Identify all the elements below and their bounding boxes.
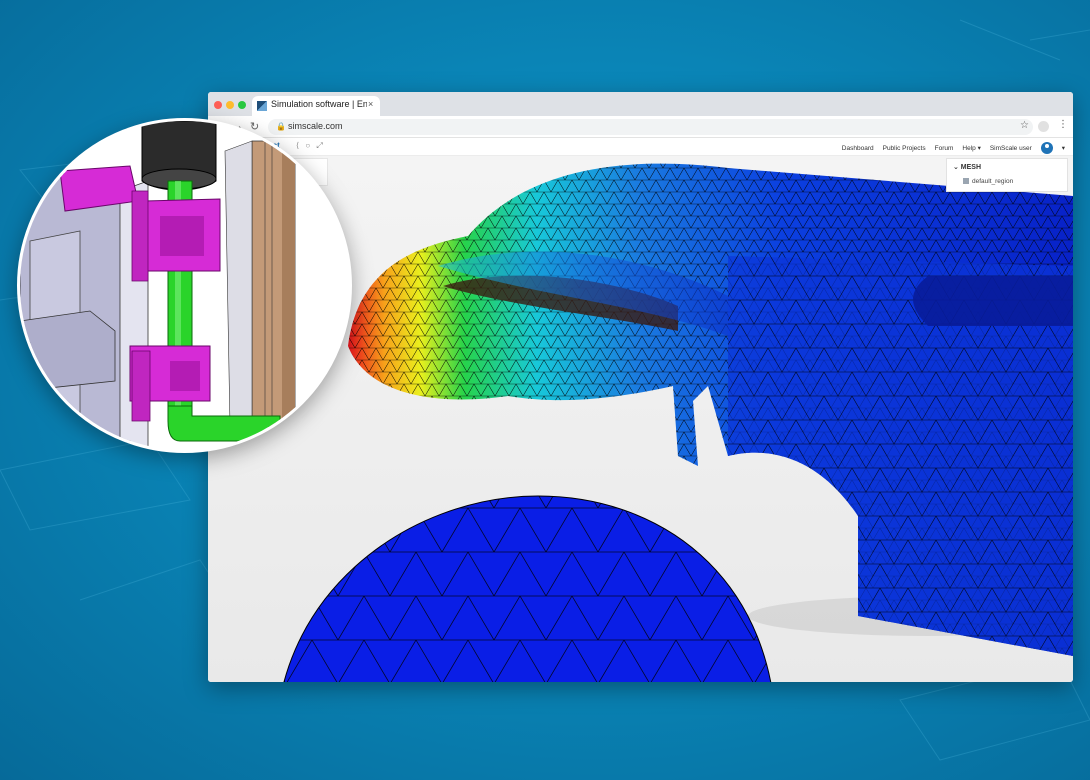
url-text[interactable]: simscale.com	[288, 121, 343, 131]
close-window-icon[interactable]	[214, 101, 222, 109]
address-bar-row: ← → ↻ 🔒 simscale.com ☆ ⋮	[208, 116, 1073, 138]
simscale-favicon-icon	[257, 101, 267, 111]
tree-item-default-region[interactable]: default_region	[963, 178, 1013, 185]
nav-forum[interactable]: Forum	[935, 145, 954, 152]
toolbar-icons[interactable]: ⟨ ○ ⤢	[296, 141, 325, 151]
tab-close-icon[interactable]: ×	[368, 99, 373, 109]
tab-title: Simulation software | Engin	[271, 99, 367, 109]
zoom-detail-circle	[17, 118, 352, 453]
app-top-nav: Dashboard Public Projects Forum Help ▾ S…	[842, 141, 1065, 155]
browser-tab[interactable]: Simulation software | Engin ×	[252, 96, 380, 116]
bookmark-star-icon[interactable]: ☆	[1020, 120, 1029, 131]
nav-user-name[interactable]: SimScale user	[990, 145, 1032, 152]
profile-avatar[interactable]	[1038, 121, 1049, 132]
app-toolbar: ject ⟨ ○ ⤢ Dashboard Public Projects For…	[208, 138, 1073, 156]
user-menu-chevron-icon[interactable]: ▾	[1062, 144, 1065, 152]
nav-dashboard[interactable]: Dashboard	[842, 145, 874, 152]
mesh-tree-panel: ⌄ MESH default_region	[946, 158, 1068, 192]
region-icon	[963, 178, 969, 185]
browser-menu-icon[interactable]: ⋮	[1058, 119, 1068, 130]
nav-public-projects[interactable]: Public Projects	[883, 145, 926, 152]
tree-item-label: default_region	[972, 178, 1014, 185]
tree-header-mesh[interactable]: ⌄ MESH	[953, 163, 981, 171]
maximize-window-icon[interactable]	[238, 101, 246, 109]
minimize-window-icon[interactable]	[226, 101, 234, 109]
url-bar[interactable]: 🔒 simscale.com ☆	[268, 119, 1033, 135]
browser-window: Simulation software | Engin × ← → ↻ 🔒 si…	[208, 92, 1073, 682]
cad-detail-render	[20, 121, 349, 450]
nav-help[interactable]: Help ▾	[962, 144, 980, 152]
user-avatar-icon[interactable]	[1040, 142, 1053, 154]
browser-titlebar: Simulation software | Engin ×	[208, 92, 1073, 116]
lock-icon: 🔒	[276, 122, 286, 131]
